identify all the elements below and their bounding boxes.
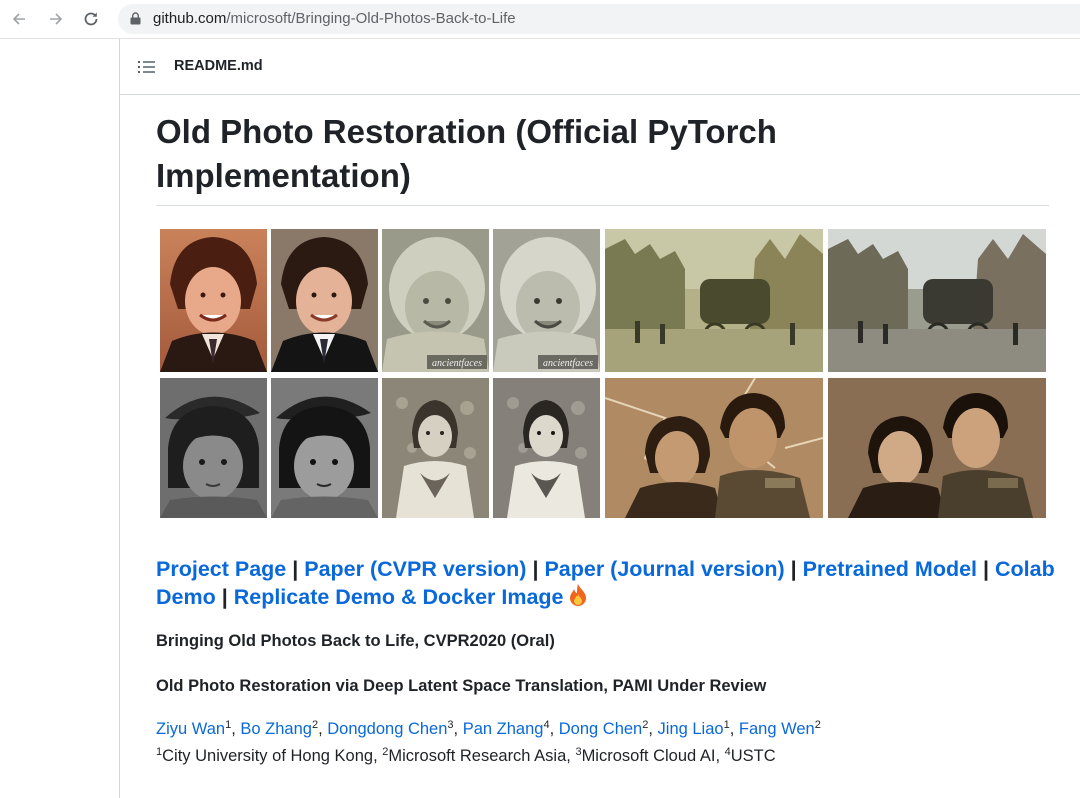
link-separator: | xyxy=(292,557,299,581)
url-path: /microsoft/Bringing-Old-Photos-Back-to-L… xyxy=(226,10,516,27)
photo-baby-old: ancientfaces xyxy=(382,229,489,372)
lock-icon xyxy=(130,12,141,30)
photo-girl-bow-old xyxy=(160,378,267,518)
subtitle-pami: Old Photo Restoration via Deep Latent Sp… xyxy=(156,677,767,695)
photo-girl-bow-restored xyxy=(271,378,378,518)
author-affiliation-number: 1 xyxy=(225,719,232,731)
author-affiliation-number: 2 xyxy=(642,719,649,731)
list-icon[interactable] xyxy=(138,60,155,74)
replicate-demo-link[interactable]: Replicate Demo & Docker Image xyxy=(234,585,564,609)
authors-line: Ziyu Wan1, Bo Zhang2, Dongdong Chen3, Pa… xyxy=(156,719,821,739)
watermark-text: ancientfaces xyxy=(543,358,593,369)
photo-street-old xyxy=(605,229,823,372)
readme-file-name[interactable]: README.md xyxy=(174,58,263,74)
page-title: Old Photo Restoration (Official PyTorch … xyxy=(156,113,777,194)
paper-journal-link[interactable]: Paper (Journal version) xyxy=(544,557,784,581)
photo-couple-restored xyxy=(828,378,1046,518)
forward-arrow-icon[interactable] xyxy=(44,7,68,31)
project-page-link[interactable]: Project Page xyxy=(156,557,286,581)
author-affiliation-number: 1 xyxy=(723,719,730,731)
paper-cvpr-link[interactable]: Paper (CVPR version) xyxy=(304,557,526,581)
link-separator: | xyxy=(790,557,797,581)
affiliations-line: 1City University of Hong Kong, 2Microsof… xyxy=(156,746,776,766)
url-text: github.com/microsoft/Bringing-Old-Photos… xyxy=(153,10,516,28)
author-affiliation-number: 3 xyxy=(447,719,454,731)
affiliation-name: Microsoft Cloud AI xyxy=(581,747,716,765)
author-affiliation-number: 2 xyxy=(311,719,319,731)
url-host: github.com xyxy=(153,10,227,27)
affiliation-name: USTC xyxy=(730,747,776,765)
photo-boy-old xyxy=(160,229,267,372)
author-link[interactable]: Dong Chen xyxy=(559,720,642,738)
left-gutter-border xyxy=(119,39,120,798)
photo-couple-old xyxy=(605,378,823,518)
link-separator: | xyxy=(221,585,228,609)
author-link[interactable]: Bo Zhang xyxy=(240,720,312,738)
pretrained-model-link[interactable]: Pretrained Model xyxy=(803,557,977,581)
title-divider xyxy=(156,205,1049,206)
reload-icon[interactable] xyxy=(79,7,103,31)
author-affiliation-number: 2 xyxy=(814,719,821,731)
link-separator: | xyxy=(532,557,539,581)
links-row: Project Page | Paper (CVPR version) | Pa… xyxy=(156,555,1056,614)
fire-icon xyxy=(568,583,588,614)
link-separator: | xyxy=(983,557,990,581)
address-bar[interactable]: github.com/microsoft/Bringing-Old-Photos… xyxy=(118,4,1080,34)
subtitle-cvpr: Bringing Old Photos Back to Life, CVPR20… xyxy=(156,632,555,650)
photo-boy-restored xyxy=(271,229,378,372)
author-link[interactable]: Fang Wen xyxy=(739,720,815,738)
author-link[interactable]: Dongdong Chen xyxy=(327,720,447,738)
browser-toolbar: github.com/microsoft/Bringing-Old-Photos… xyxy=(0,0,1080,39)
photo-street-restored xyxy=(828,229,1046,372)
affiliation-name: City University of Hong Kong xyxy=(162,747,374,765)
author-affiliation-number: 4 xyxy=(543,719,550,731)
author-link[interactable]: Pan Zhang xyxy=(463,720,544,738)
affiliation-name: Microsoft Research Asia xyxy=(388,747,567,765)
photo-girl-dress-restored xyxy=(493,378,600,518)
author-link[interactable]: Jing Liao xyxy=(658,720,724,738)
back-arrow-icon[interactable] xyxy=(7,7,31,31)
author-link[interactable]: Ziyu Wan xyxy=(156,720,225,738)
photo-girl-dress-old xyxy=(382,378,489,518)
watermark-text: ancientfaces xyxy=(432,358,482,369)
readme-header: README.md xyxy=(120,39,1080,95)
photo-baby-restored: ancientfaces xyxy=(493,229,600,372)
